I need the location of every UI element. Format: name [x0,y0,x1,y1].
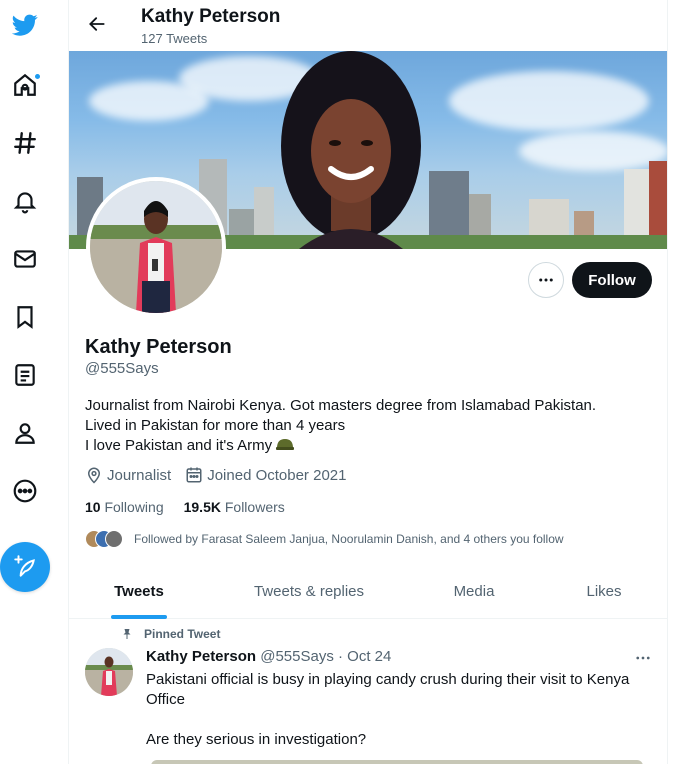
location-text: Journalist [107,466,172,484]
military-helmet-emoji-icon [276,439,295,450]
profile-bio: Journalist from Nairobi Kenya. Got maste… [85,396,655,456]
tab-media[interactable]: Media [409,564,539,619]
messages-envelope-icon[interactable] [7,241,43,277]
tweet-author-handle[interactable]: @555Says [260,648,334,665]
following-count: 10 [85,499,101,515]
bookmarks-icon[interactable] [7,299,43,335]
tab-likes[interactable]: Likes [539,564,667,619]
header-tweet-count: 127 Tweets [141,31,208,46]
compose-tweet-icon [14,555,35,577]
bio-line: Lived in Pakistan for more than 4 years [85,417,346,434]
back-arrow-icon[interactable] [83,10,111,38]
followed-by-text: Followed by Farasat Saleem Janjua, Nooru… [134,532,564,546]
tweet-text-line: Are they serious in investigation? [146,731,367,748]
twitter-logo-icon[interactable] [7,7,43,43]
location-pin-icon [87,467,101,484]
tab-tweets[interactable]: Tweets [69,564,209,619]
bio-line: Journalist from Nairobi Kenya. Got maste… [85,397,597,414]
more-dots-icon [539,278,553,282]
profile-avatar[interactable] [86,177,226,317]
tweet-author-name[interactable]: Kathy Peterson [146,648,256,665]
follow-button[interactable]: Follow [572,262,652,298]
tweet-date[interactable]: Oct 24 [347,648,391,665]
more-icon[interactable] [7,473,43,509]
followed-by-link[interactable]: Followed by Farasat Saleem Janjua, Nooru… [85,528,564,550]
pinned-tweet-label: Pinned Tweet [121,627,220,641]
followers-link[interactable]: 19.5K Followers [184,499,285,515]
explore-hashtag-icon[interactable] [7,125,43,161]
followers-count: 19.5K [183,499,221,515]
tweet-author-avatar[interactable] [85,648,133,696]
notification-dot [34,73,41,80]
left-nav [0,0,68,764]
calendar-icon [186,467,202,483]
pinned-text: Pinned Tweet [144,627,221,641]
profile-tabs: Tweets Tweets & replies Media Likes [69,564,667,619]
follower-avatar [105,530,123,548]
tweet-separator: · [338,648,343,665]
profile-location: Journalist [85,466,171,484]
bio-line: I love Pakistan and it's Army [85,437,273,454]
followers-label: Followers [224,499,285,515]
following-link[interactable]: 10 Following [85,499,164,515]
profile-name: Kathy Peterson [85,336,232,358]
tweet-media-preview[interactable] [151,760,643,764]
tweet-text: Pakistani official is busy in playing ca… [146,671,630,708]
home-icon[interactable] [7,67,43,103]
lists-icon[interactable] [7,357,43,393]
notifications-bell-icon[interactable] [7,183,43,219]
profile-more-button[interactable] [528,262,564,298]
profile-joined: Joined October 2021 [185,466,346,484]
profile-stats: 10 Following 19.5K Followers [85,499,305,515]
joined-text: Joined October 2021 [207,466,347,484]
tweet-more-button[interactable] [629,648,657,668]
more-dots-icon [636,656,650,660]
profile-column: Kathy Peterson 127 Tweets Follow Kathy P… [68,0,668,764]
pin-icon [123,629,131,639]
bio-line-with-emoji: I love Pakistan and it's Army [85,436,655,456]
profile-icon[interactable] [7,415,43,451]
profile-handle: @555Says [85,360,159,377]
tab-tweets-and-replies[interactable]: Tweets & replies [209,564,409,619]
compose-tweet-button[interactable] [0,542,50,592]
following-label: Following [104,499,164,515]
header-name: Kathy Peterson [141,6,281,27]
profile-header: Kathy Peterson 127 Tweets [69,0,667,51]
tweet-header: Kathy Peterson @555Says · Oct 24 [146,648,391,665]
profile-meta: Journalist Joined October 2021 [85,466,360,484]
banner-portrait [281,51,421,249]
